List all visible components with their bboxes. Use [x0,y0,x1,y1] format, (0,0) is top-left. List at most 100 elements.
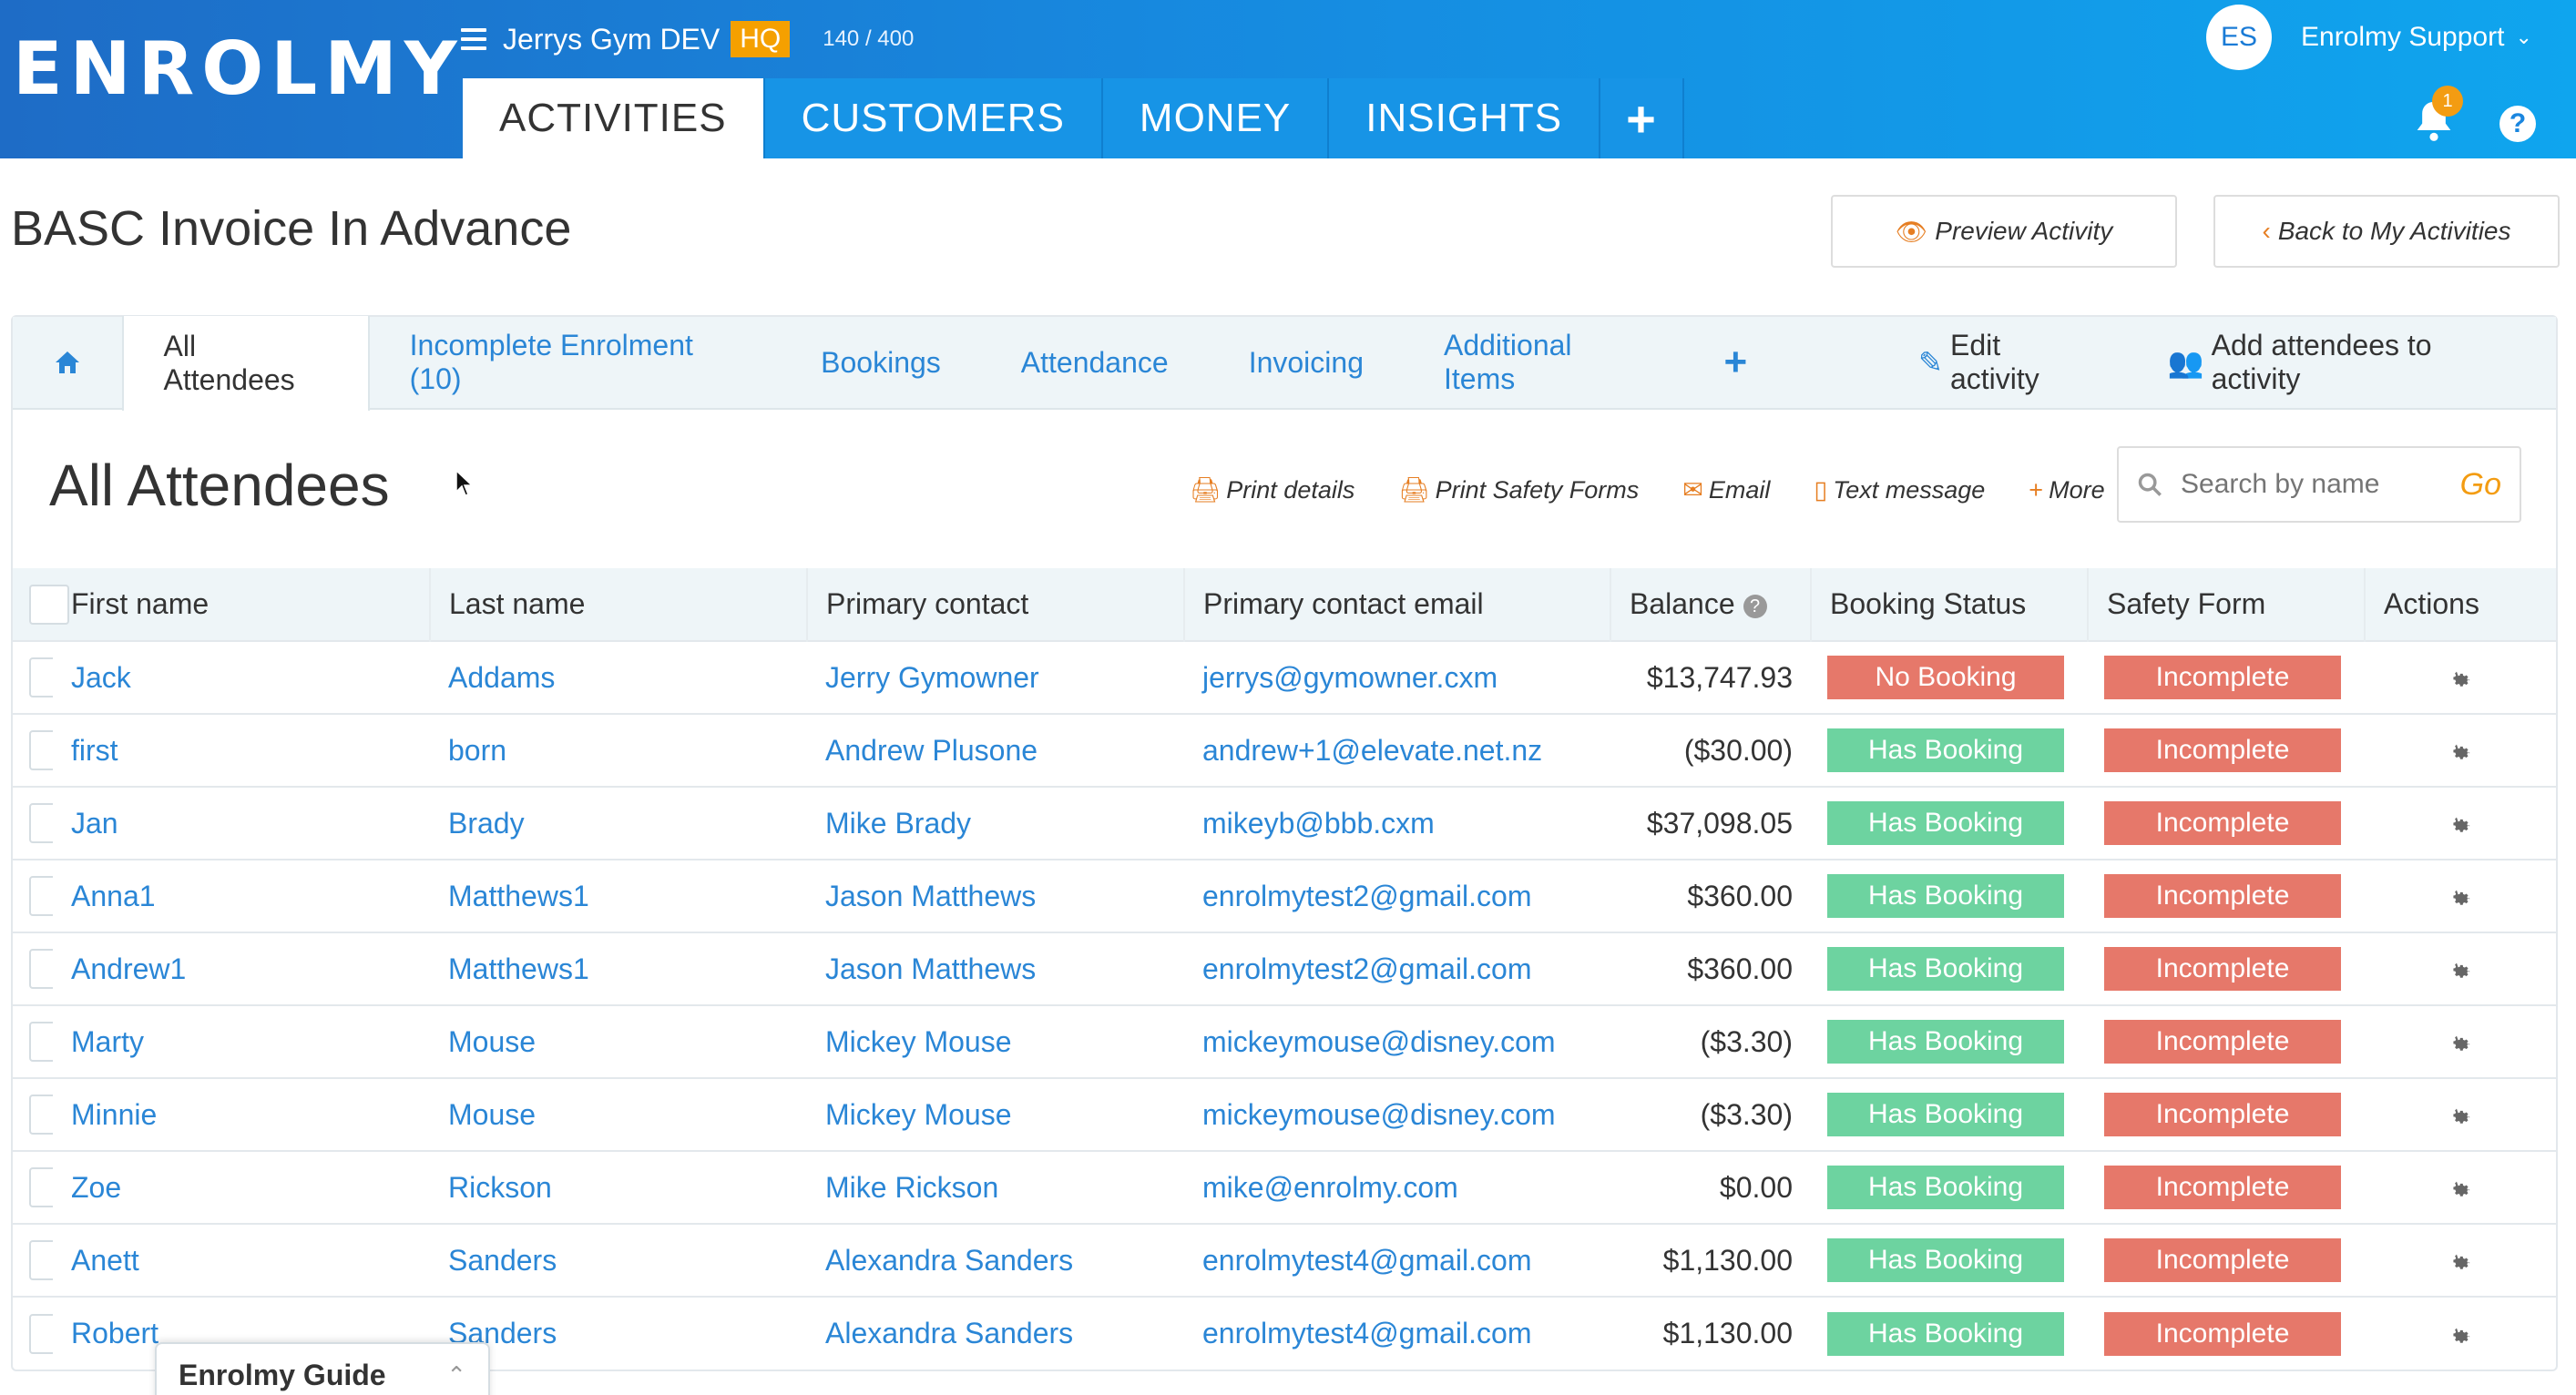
help-circle-icon[interactable]: ? [1743,594,1767,618]
first-name-link[interactable]: first [53,714,430,787]
gear-icon[interactable] [2448,1177,2472,1201]
col-first-name[interactable]: First name [53,568,431,641]
last-name-link[interactable]: Matthews1 [430,860,807,932]
booking-status-badge[interactable]: Has Booking [1827,801,2064,845]
booking-status-badge[interactable]: Has Booking [1827,1166,2064,1209]
text-message-button[interactable]: ▯ Text message [1814,476,1985,504]
gear-icon[interactable] [2448,813,2472,837]
primary-contact-link[interactable]: Andrew Plusone [807,714,1184,787]
first-name-link[interactable]: Zoe [53,1151,430,1224]
help-icon[interactable]: ? [2499,106,2536,142]
enrolmy-guide-widget[interactable]: Enrolmy Guide ⌃ [155,1342,490,1395]
table-row[interactable]: Zoe Rickson Mike Rickson mike@enrolmy.com $0… [13,1151,2556,1224]
last-name-link[interactable]: born [430,714,807,787]
primary-contact-link[interactable]: Mickey Mouse [807,1078,1184,1151]
user-menu[interactable]: ES Enrolmy Support ⌄ [2206,2,2532,73]
print-safety-forms-button[interactable]: 🖨 Print Safety Forms [1398,475,1639,504]
tab-incomplete-enrolment[interactable]: Incomplete Enrolment (10) [370,316,782,409]
first-name-link[interactable]: Jack [53,641,430,714]
tab-invoicing[interactable]: Invoicing [1209,316,1404,409]
tab-customers[interactable]: CUSTOMERS [764,78,1103,158]
gear-icon[interactable] [2448,1032,2472,1055]
row-checkbox[interactable] [29,1095,53,1135]
org-name[interactable]: Jerrys Gym DEV [503,23,720,56]
primary-contact-email-link[interactable]: mikeyb@bbb.cxm [1184,787,1610,860]
table-row[interactable]: Minnie Mouse Mickey Mouse mickeymouse@disne… [13,1078,2556,1151]
col-primary-contact[interactable]: Primary contact [807,568,1185,641]
primary-contact-email-link[interactable]: jerrys@gymowner.cxm [1184,641,1610,714]
primary-contact-link[interactable]: Jason Matthews [807,860,1184,932]
primary-contact-link[interactable]: Jason Matthews [807,932,1184,1005]
back-to-activities-button[interactable]: ‹ Back to My Activities [2213,195,2560,268]
tab-bookings[interactable]: Bookings [781,316,981,409]
primary-contact-email-link[interactable]: andrew+1@elevate.net.nz [1184,714,1610,787]
safety-form-badge[interactable]: Incomplete [2104,1020,2341,1064]
tab-money[interactable]: MONEY [1102,78,1330,158]
row-checkbox[interactable] [29,1240,53,1280]
safety-form-badge[interactable]: Incomplete [2104,1311,2341,1356]
table-row[interactable]: Jan Brady Mike Brady mikeyb@bbb.cxm $37,098.… [13,787,2556,860]
add-attendees-button[interactable]: 👥 Add attendees to activity [2131,316,2556,409]
primary-contact-email-link[interactable]: mike@enrolmy.com [1184,1151,1610,1224]
booking-status-badge[interactable]: No Booking [1827,656,2064,699]
primary-contact-email-link[interactable]: enrolmytest2@gmail.com [1184,932,1610,1005]
email-button[interactable]: ✉ Email [1682,476,1770,504]
last-name-link[interactable]: Matthews1 [430,932,807,1005]
last-name-link[interactable]: Rickson [430,1151,807,1224]
booking-status-badge[interactable]: Has Booking [1827,1238,2064,1282]
row-checkbox[interactable] [29,876,53,916]
edit-activity-button[interactable]: ✎ Edit activity [1878,316,2131,409]
booking-status-badge[interactable]: Has Booking [1827,728,2064,772]
row-checkbox[interactable] [29,949,53,989]
gear-icon[interactable] [2448,667,2472,691]
safety-form-badge[interactable]: Incomplete [2104,874,2341,918]
primary-contact-email-link[interactable]: mickeymouse@disney.com [1184,1078,1610,1151]
tab-additional-items[interactable]: Additional Items [1404,316,1683,409]
col-safety-form[interactable]: Safety Form [2088,568,2366,641]
primary-contact-link[interactable]: Alexandra Sanders [807,1224,1184,1297]
first-name-link[interactable]: Marty [53,1005,430,1078]
first-name-link[interactable]: Anett [53,1224,430,1297]
col-last-name[interactable]: Last name [430,568,808,641]
primary-contact-email-link[interactable]: mickeymouse@disney.com [1184,1005,1610,1078]
booking-status-badge[interactable]: Has Booking [1827,1020,2064,1064]
row-checkbox[interactable] [29,803,53,843]
primary-contact-link[interactable]: Mike Rickson [807,1151,1184,1224]
org-switcher[interactable]: Jerrys Gym DEV HQ 140 / 400 [461,16,914,62]
first-name-link[interactable]: Andrew1 [53,932,430,1005]
last-name-link[interactable]: Mouse [430,1005,807,1078]
safety-form-badge[interactable]: Incomplete [2104,728,2341,772]
select-all-checkbox[interactable] [29,584,69,625]
last-name-link[interactable]: Sanders [430,1224,807,1297]
col-booking-status[interactable]: Booking Status [1811,568,2089,641]
chevron-down-icon[interactable]: ⌄ [2515,25,2531,49]
row-checkbox[interactable] [29,1313,53,1354]
safety-form-badge[interactable]: Incomplete [2104,1238,2341,1282]
safety-form-badge[interactable]: Incomplete [2104,1166,2341,1209]
search-go-button[interactable]: Go [2460,467,2501,503]
safety-form-badge[interactable]: Incomplete [2104,801,2341,845]
tab-attendance[interactable]: Attendance [981,316,1209,409]
booking-status-badge[interactable]: Has Booking [1827,1311,2064,1356]
first-name-link[interactable]: Minnie [53,1078,430,1151]
primary-contact-link[interactable]: Alexandra Sanders [807,1297,1184,1370]
primary-contact-email-link[interactable]: enrolmytest2@gmail.com [1184,860,1610,932]
notification-badge[interactable]: 1 [2432,86,2463,117]
gear-icon[interactable] [2448,1324,2472,1348]
enrolmy-logo[interactable]: ENROLMY [13,33,465,106]
booking-status-badge[interactable]: Has Booking [1827,1093,2064,1136]
gear-icon[interactable] [2448,1250,2472,1274]
add-tab-plus-icon[interactable]: + [1600,78,1684,158]
search-input[interactable] [2181,469,2454,500]
preview-activity-button[interactable]: 👁 Preview Activity [1831,195,2177,268]
tab-home[interactable] [13,316,122,409]
row-checkbox[interactable] [29,657,53,698]
gear-icon[interactable] [2448,959,2472,983]
menu-icon[interactable] [461,28,486,50]
row-checkbox[interactable] [29,1167,53,1207]
table-row[interactable]: Andrew1 Matthews1 Jason Matthews enrolmytes… [13,932,2556,1005]
gear-icon[interactable] [2448,1105,2472,1128]
col-primary-contact-email[interactable]: Primary contact email [1184,568,1611,641]
primary-contact-link[interactable]: Mickey Mouse [807,1005,1184,1078]
add-sub-tab-plus-icon[interactable]: + [1683,316,1787,409]
